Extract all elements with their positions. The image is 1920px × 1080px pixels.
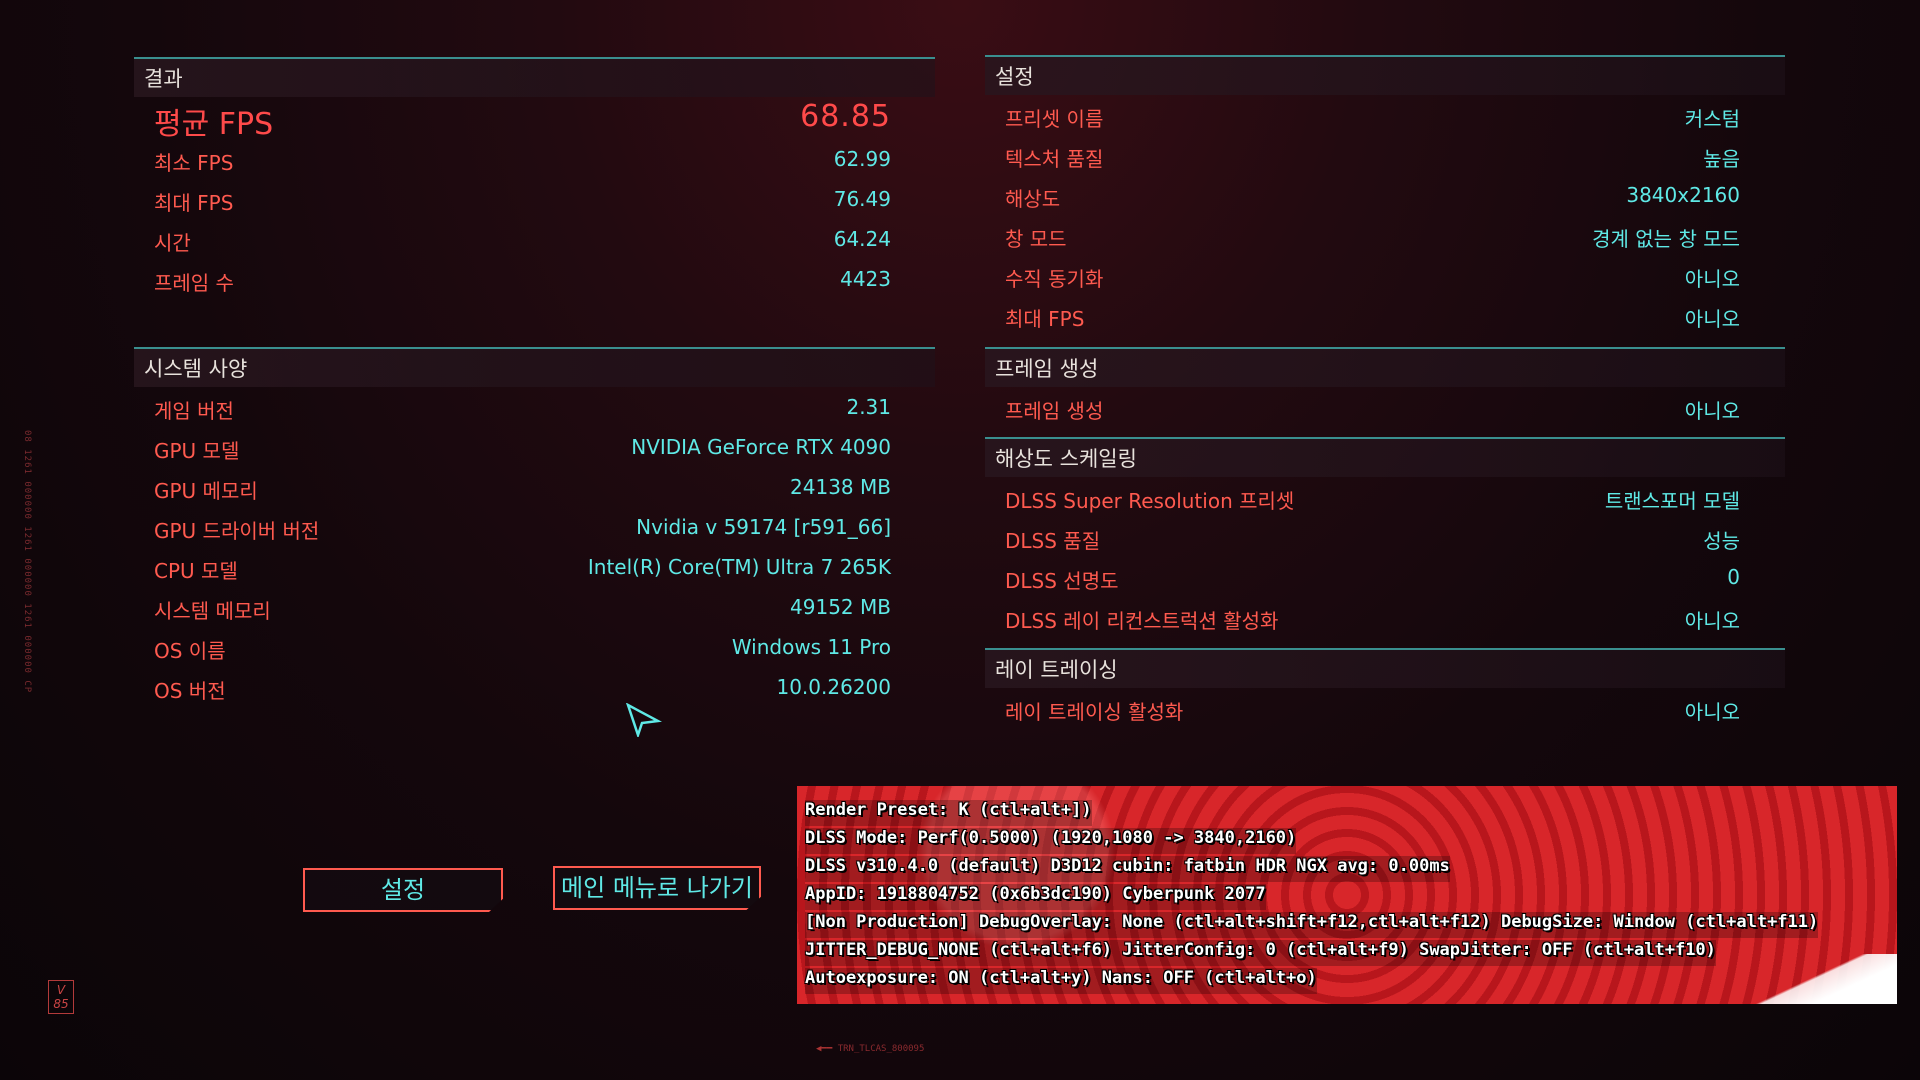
min-fps-label: 최소 FPS	[154, 151, 234, 175]
preset-name-value: 커스텀	[1684, 107, 1740, 131]
dlss-quality-value: 성능	[1703, 529, 1740, 553]
pointer-cursor-icon	[626, 703, 662, 737]
footer-code: ◀━━ TRN_TLCAS_800095	[816, 1044, 924, 1054]
os-name-value: Windows 11 Pro	[731, 635, 891, 659]
texture-quality-value: 높음	[1703, 147, 1740, 171]
dlss-sharpness-label: DLSS 선명도	[1005, 569, 1119, 593]
texture-quality-label: 텍스처 품질	[1005, 147, 1104, 171]
window-mode-value: 경계 없는 창 모드	[1592, 227, 1740, 251]
dlss-quality-label: DLSS 품질	[1005, 529, 1101, 553]
results-title: 결과	[134, 57, 935, 97]
ray-tracing-panel: 레이 트레이싱 레이 트레이싱 활성화 아니오	[985, 648, 1785, 738]
dlss-ray-reconstruction-value: 아니오	[1684, 609, 1740, 633]
dlss-sharpness-value: 0	[1727, 565, 1740, 589]
resolution-value: 3840x2160	[1626, 183, 1740, 207]
window-mode-label: 창 모드	[1005, 227, 1067, 251]
vsync-value: 아니오	[1684, 267, 1740, 291]
system-memory-value: 49152 MB	[790, 595, 891, 619]
frame-gen-title: 프레임 생성	[985, 347, 1785, 387]
vsync-label: 수직 동기화	[1005, 267, 1104, 291]
os-version-label: OS 버전	[154, 679, 226, 703]
time-label: 시간	[154, 231, 191, 255]
ray-tracing-label: 레이 트레이싱 활성화	[1005, 700, 1184, 724]
max-fps-setting-label: 최대 FPS	[1005, 307, 1085, 331]
settings-button[interactable]: 설정	[303, 868, 503, 912]
avg-fps-value: 68.85	[800, 99, 891, 134]
ray-tracing-title: 레이 트레이싱	[985, 648, 1785, 688]
time-value: 64.24	[833, 227, 891, 251]
max-fps-value: 76.49	[833, 187, 891, 211]
overlay-jitter: JITTER_DEBUG_NONE (ctl+alt+f6) JitterCon…	[805, 940, 1716, 966]
side-hud-code: 08 1261 000000 1261 000000 1261 000000 C…	[22, 430, 32, 694]
gpu-memory-label: GPU 메모리	[154, 479, 258, 503]
frame-gen-value: 아니오	[1684, 399, 1740, 423]
system-specs-panel: 시스템 사양 게임 버전 2.31 GPU 모델 NVIDIA GeForce RT…	[134, 347, 935, 717]
os-version-value: 10.0.26200	[776, 675, 891, 699]
overlay-dlss-version: DLSS v310.4.0 (default) D3D12 cubin: fat…	[805, 856, 1450, 882]
avg-fps-label: 평균 FPS	[154, 107, 274, 142]
dlss-preset-value: 트랜스포머 모델	[1604, 489, 1740, 513]
overlay-debug-overlay: [Non Production] DebugOverlay: None (ctl…	[805, 912, 1819, 938]
game-version-label: 게임 버전	[154, 399, 234, 423]
footer-arrow-icon: ◀━━	[816, 1044, 833, 1054]
system-specs-title: 시스템 사양	[134, 347, 935, 387]
cpu-model-label: CPU 모델	[154, 559, 238, 583]
resolution-scaling-title: 해상도 스케일링	[985, 437, 1785, 477]
footer-code-text: TRN_TLCAS_800095	[837, 1044, 925, 1054]
resolution-label: 해상도	[1005, 187, 1061, 211]
gpu-model-value: NVIDIA GeForce RTX 4090	[631, 435, 891, 459]
gpu-driver-value: Nvidia v 59174 [r591_66]	[636, 515, 891, 539]
ray-tracing-value: 아니오	[1684, 700, 1740, 724]
frame-gen-label: 프레임 생성	[1005, 399, 1104, 423]
dlss-ray-reconstruction-label: DLSS 레이 리컨스트럭션 활성화	[1005, 609, 1279, 633]
exit-to-main-menu-button[interactable]: 메인 메뉴로 나가기	[553, 866, 761, 910]
cpu-model-value: Intel(R) Core(TM) Ultra 7 265K	[587, 555, 891, 579]
overlay-autoexposure: Autoexposure: ON (ctl+alt+y) Nans: OFF (…	[805, 968, 1317, 994]
gpu-driver-label: GPU 드라이버 버전	[154, 519, 320, 543]
version-badge: V 85	[48, 980, 74, 1014]
max-fps-setting-value: 아니오	[1684, 307, 1740, 331]
gpu-memory-value: 24138 MB	[790, 475, 891, 499]
game-version-value: 2.31	[846, 395, 891, 419]
results-panel: 결과 평균 FPS 68.85 최소 FPS 62.99 최대 FPS 76.49 …	[134, 57, 935, 307]
overlay-render-preset: Render Preset: K (ctl+alt+])	[805, 800, 1092, 826]
min-fps-value: 62.99	[833, 147, 891, 171]
frame-gen-panel: 프레임 생성 프레임 생성 아니오	[985, 347, 1785, 433]
preset-name-label: 프리셋 이름	[1005, 107, 1104, 131]
frame-count-value: 4423	[840, 267, 891, 291]
dlss-debug-overlay: Render Preset: K (ctl+alt+]) DLSS Mode: …	[797, 786, 1897, 1004]
settings-panel: 설정 프리셋 이름 커스텀 텍스처 품질 높음 해상도 3840x2160 창 모드 경…	[985, 55, 1785, 345]
dlss-preset-label: DLSS Super Resolution 프리셋	[1005, 489, 1295, 513]
resolution-scaling-panel: 해상도 스케일링 DLSS Super Resolution 프리셋 트랜스포머 …	[985, 437, 1785, 647]
system-memory-label: 시스템 메모리	[154, 599, 271, 623]
frame-count-label: 프레임 수	[154, 271, 234, 295]
gpu-model-label: GPU 모델	[154, 439, 240, 463]
max-fps-label: 최대 FPS	[154, 191, 234, 215]
overlay-dlss-mode: DLSS Mode: Perf(0.5000) (1920,1080 -> 38…	[805, 828, 1297, 854]
overlay-app-id: AppID: 1918804752 (0x6b3dc190) Cyberpunk…	[805, 884, 1266, 910]
settings-title: 설정	[985, 55, 1785, 95]
os-name-label: OS 이름	[154, 639, 226, 663]
overlay-glare	[1747, 954, 1897, 1004]
